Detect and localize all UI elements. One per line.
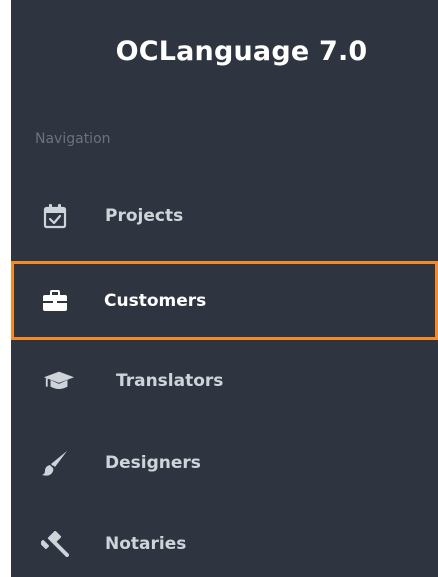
sidebar: OCLanguage 7.0 Navigation Projects Custo… [11,0,438,577]
sidebar-item-customers[interactable]: Customers [11,261,438,340]
sidebar-item-projects[interactable]: Projects [11,190,438,242]
sidebar-item-label: Customers [104,290,207,311]
sidebar-item-label: Translators [116,371,224,391]
app-title: OCLanguage 7.0 [115,36,368,67]
sidebar-item-designers[interactable]: Designers [11,437,438,489]
gavel-icon [39,529,71,559]
calendar-check-icon [39,201,71,231]
sidebar-item-label: Notaries [105,534,187,554]
paint-brush-icon [39,448,71,478]
sidebar-item-label: Projects [105,206,184,226]
graduation-cap-icon [43,366,75,396]
nav-heading: Navigation [35,131,111,147]
sidebar-item-label: Designers [105,453,201,473]
sidebar-item-notaries[interactable]: Notaries [11,518,438,570]
briefcase-icon [39,286,71,316]
sidebar-item-translators[interactable]: Translators [11,355,438,407]
